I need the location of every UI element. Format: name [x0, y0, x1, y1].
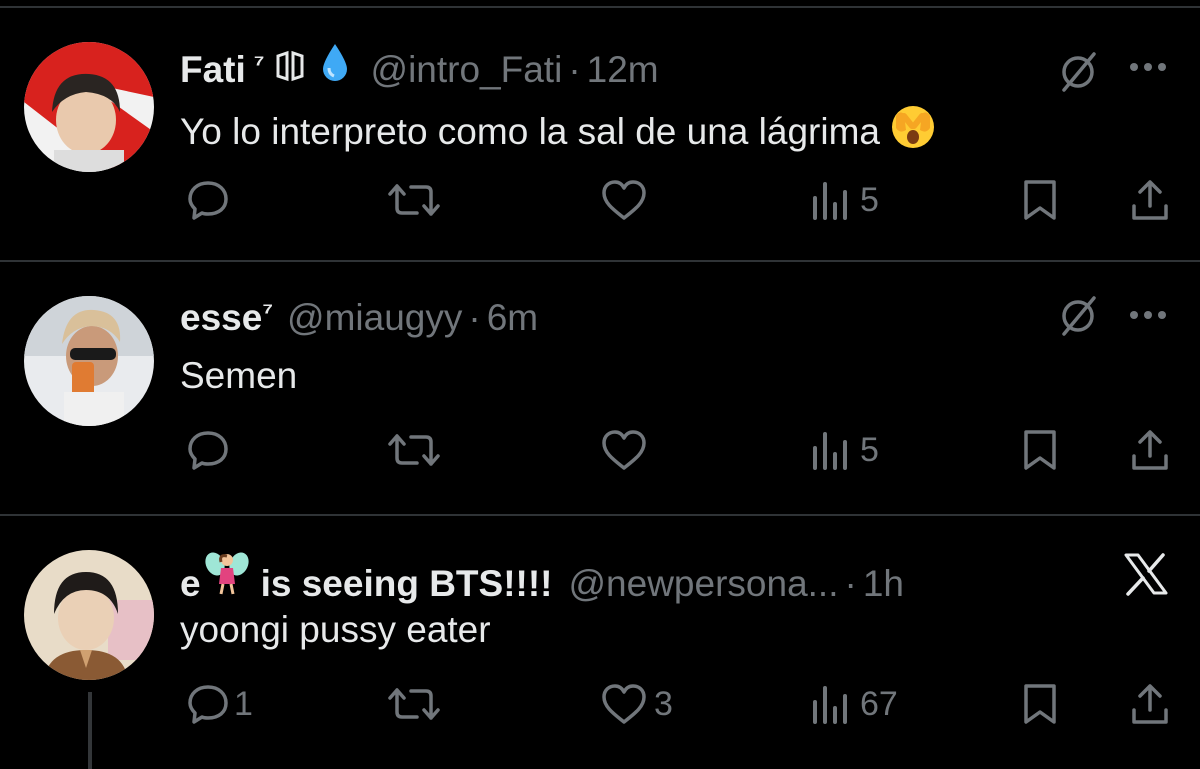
views-button[interactable]: 5 — [810, 428, 879, 472]
grok-icon[interactable] — [1056, 50, 1100, 99]
avatar[interactable] — [24, 296, 154, 426]
tweet-text: Yo lo interpreto como la sal de una lágr… — [180, 104, 936, 160]
bookmark-icon — [1024, 684, 1056, 724]
share-icon — [1132, 430, 1168, 470]
name-suffix: ⁷ — [262, 296, 274, 326]
retweet-icon — [388, 434, 440, 466]
bookmark-icon — [1024, 180, 1056, 220]
views-icon — [813, 182, 847, 220]
separator: · — [844, 563, 857, 604]
timestamp[interactable]: 6m — [487, 296, 538, 340]
author-name[interactable]: esse — [180, 296, 262, 340]
share-icon — [1132, 180, 1168, 220]
author-handle[interactable]: @miaugyy — [287, 296, 462, 340]
tweet-header: esse ⁷ @miaugyy · 6m — [180, 296, 538, 343]
timestamp[interactable]: 1h — [863, 562, 904, 606]
separator: · — [468, 297, 481, 338]
bts-logo-icon — [273, 48, 307, 82]
more-icon[interactable] — [1128, 60, 1170, 78]
retweet-icon — [388, 688, 440, 720]
tweet-text: Semen — [180, 355, 298, 396]
like-button[interactable]: 3 — [600, 682, 673, 726]
reply-count: 1 — [234, 684, 253, 723]
like-button[interactable] — [600, 428, 656, 472]
bookmark-button[interactable] — [1020, 682, 1060, 726]
reply-icon — [188, 431, 228, 470]
like-button[interactable] — [600, 178, 656, 222]
timestamp[interactable]: 12m — [587, 48, 659, 92]
reply-button[interactable]: 1 — [186, 682, 253, 726]
share-button[interactable] — [1128, 428, 1172, 472]
bookmark-icon — [1024, 430, 1056, 470]
views-count: 5 — [860, 430, 879, 469]
share-button[interactable] — [1128, 682, 1172, 726]
droplet-icon — [321, 42, 349, 82]
retweet-button[interactable] — [387, 428, 449, 472]
views-button[interactable]: 67 — [810, 682, 898, 726]
heart-icon — [602, 684, 646, 724]
tweet-3[interactable]: e is seeing BTS!!!! @newpersona... · 1h … — [0, 516, 1200, 769]
views-button[interactable]: 5 — [810, 178, 879, 222]
fairy-emoji — [204, 550, 249, 596]
heart-icon — [602, 180, 646, 220]
views-icon — [813, 432, 847, 470]
reply-icon — [188, 685, 228, 724]
author-handle[interactable]: @intro_Fati — [371, 48, 563, 92]
avatar[interactable] — [24, 550, 154, 680]
retweet-button[interactable] — [387, 178, 449, 222]
heart-icon — [602, 430, 646, 470]
tweet-actions: 5 — [0, 428, 1200, 478]
reply-button[interactable] — [186, 428, 238, 472]
tweet-text: yoongi pussy eater — [180, 609, 491, 650]
bookmark-button[interactable] — [1020, 428, 1060, 472]
name-suffix: ⁷ — [253, 48, 265, 78]
views-count: 67 — [860, 684, 898, 723]
separator: · — [568, 49, 581, 90]
tweet-1[interactable]: Fati ⁷ @intro_Fati · 12m Yo lo interpret… — [0, 8, 1200, 260]
tweet-actions: 5 — [0, 178, 1200, 228]
x-logo-icon[interactable] — [1122, 552, 1170, 601]
more-icon[interactable] — [1128, 308, 1170, 326]
tweet-text-content: Yo lo interpreto como la sal de una lágr… — [180, 111, 880, 152]
author-name[interactable]: Fati — [180, 48, 246, 92]
like-count: 3 — [654, 684, 673, 723]
author-name-suffix[interactable]: is seeing BTS!!!! — [261, 562, 553, 606]
avatar[interactable] — [24, 42, 154, 172]
tweet-2[interactable]: esse ⁷ @miaugyy · 6m Semen 5 — [0, 262, 1200, 514]
reply-button[interactable] — [186, 178, 238, 222]
share-button[interactable] — [1128, 178, 1172, 222]
author-handle[interactable]: @newpersona... — [569, 562, 839, 606]
reply-icon — [188, 181, 228, 220]
tweet-header: e is seeing BTS!!!! @newpersona... · 1h — [180, 550, 904, 606]
retweet-button[interactable] — [387, 682, 449, 726]
grok-icon[interactable] — [1056, 294, 1100, 343]
tweet-header: Fati ⁷ @intro_Fati · 12m — [180, 42, 659, 95]
views-icon — [813, 686, 847, 724]
tweet-actions: 1 3 67 — [0, 682, 1200, 732]
bookmark-button[interactable] — [1020, 178, 1060, 222]
face-covering-eyes-emoji — [890, 104, 936, 160]
retweet-icon — [388, 184, 440, 216]
views-count: 5 — [860, 180, 879, 219]
share-icon — [1132, 684, 1168, 724]
author-name-prefix[interactable]: e — [180, 562, 201, 606]
